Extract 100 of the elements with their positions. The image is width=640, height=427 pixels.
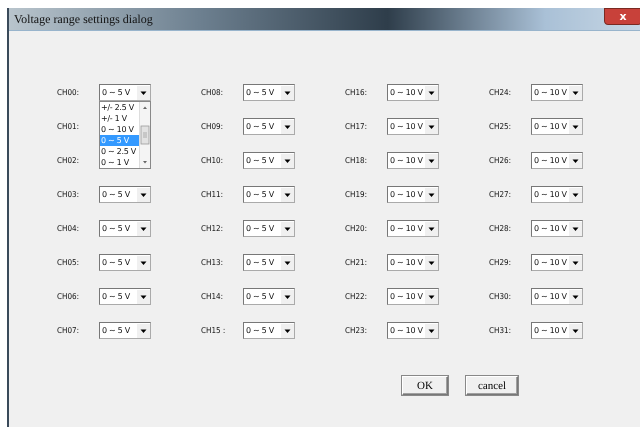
range-dropdown[interactable]: 0 ~ 10 V [387,220,439,237]
range-dropdown[interactable]: 0 ~ 10 V [387,186,439,203]
range-dropdown[interactable]: 0 ~ 10 V [531,220,583,237]
channel-label: CH29: [489,257,512,269]
channel-label: CH17: [345,121,368,133]
caret-icon [281,120,294,134]
channel-label: CH03: [57,189,80,201]
channel-label: CH31: [489,325,512,337]
channel-label: CH30: [489,291,512,303]
channel-label: CH24: [489,87,512,99]
range-dropdown[interactable]: 0 ~ 5 V [99,84,151,101]
range-dropdown[interactable]: 0 ~ 5 V [243,152,295,169]
dropdown-option[interactable]: 0 ~ 10 V [100,124,139,135]
caret-icon [425,86,438,100]
caret-icon [281,154,294,168]
range-dropdown[interactable]: 0 ~ 5 V [243,118,295,135]
caret-icon [569,154,582,168]
caret-icon [425,290,438,304]
caret-icon [425,324,438,338]
caret-icon [425,256,438,270]
caret-icon [569,86,582,100]
channel-label: CH18: [345,155,368,167]
close-button[interactable]: x [604,8,640,25]
range-dropdown[interactable]: 0 ~ 5 V [243,186,295,203]
range-dropdown[interactable]: 0 ~ 10 V [387,118,439,135]
channel-label: CH21: [345,257,368,269]
scrollbar[interactable] [139,102,150,168]
caret-icon [137,324,150,338]
channel-label: CH15 : [201,325,226,337]
range-dropdown[interactable]: 0 ~ 10 V [387,254,439,271]
caret-icon [569,188,582,202]
channel-label: CH20: [345,223,368,235]
caret-icon [137,188,150,202]
channel-label: CH00: [57,87,80,99]
channel-label: CH16: [345,87,368,99]
channel-label: CH27: [489,189,512,201]
caret-icon [425,222,438,236]
channel-label: CH23: [345,325,368,337]
channel-label: CH01: [57,121,80,133]
range-dropdown[interactable]: 0 ~ 5 V [243,84,295,101]
channel-label: CH06: [57,291,80,303]
caret-icon [425,188,438,202]
channel-label: CH13: [201,257,224,269]
channel-label: CH07: [57,325,80,337]
range-dropdown[interactable]: 0 ~ 10 V [531,186,583,203]
channel-label: CH19: [345,189,368,201]
range-dropdown[interactable]: 0 ~ 5 V [99,220,151,237]
range-dropdown[interactable]: 0 ~ 5 V [99,254,151,271]
caret-icon [569,120,582,134]
caret-icon [137,222,150,236]
range-dropdown[interactable]: 0 ~ 10 V [387,84,439,101]
range-dropdown[interactable]: 0 ~ 10 V [387,322,439,339]
range-dropdown[interactable]: 0 ~ 5 V [243,322,295,339]
range-dropdown[interactable]: 0 ~ 5 V [243,254,295,271]
caret-icon [281,256,294,270]
range-dropdown[interactable]: 0 ~ 10 V [531,288,583,305]
caret-icon [137,86,150,100]
channel-label: CH22: [345,291,368,303]
dialog-button[interactable]: cancel [466,376,518,395]
dropdown-option[interactable]: +/- 1 V [100,113,139,124]
caret-icon [569,222,582,236]
caret-icon [569,324,582,338]
caret-icon [281,86,294,100]
caret-icon [281,324,294,338]
channel-label: CH09: [201,121,224,133]
range-dropdown[interactable]: 0 ~ 5 V [99,322,151,339]
range-dropdown[interactable]: 0 ~ 10 V [531,118,583,135]
channel-label: CH04: [57,223,80,235]
channel-label: CH26: [489,155,512,167]
channel-label: CH28: [489,223,512,235]
dialog-button[interactable]: OK [402,376,448,395]
caret-icon [281,290,294,304]
caret-icon [281,222,294,236]
channel-label: CH05: [57,257,80,269]
range-dropdown[interactable]: 0 ~ 5 V [99,288,151,305]
dropdown-option[interactable]: 0 ~ 2.5 V [100,146,139,157]
channel-label: CH12: [201,223,224,235]
range-dropdown[interactable]: 0 ~ 10 V [531,322,583,339]
dropdown-option[interactable]: +/- 2.5 V [100,102,139,113]
range-dropdown[interactable]: 0 ~ 5 V [243,288,295,305]
caret-icon [137,256,150,270]
caret-icon [137,290,150,304]
caret-icon [569,290,582,304]
caret-icon [569,256,582,270]
range-dropdown[interactable]: 0 ~ 10 V [531,254,583,271]
dropdown-option[interactable]: 0 ~ 1 V [100,157,139,168]
window-title: Voltage range settings dialog [13,12,153,26]
range-dropdown[interactable]: 0 ~ 10 V [531,84,583,101]
channel-label: CH02: [57,155,80,167]
range-dropdown[interactable]: 0 ~ 10 V [387,288,439,305]
channel-label: CH11: [201,189,224,201]
channel-label: CH25: [489,121,512,133]
range-dropdown[interactable]: 0 ~ 5 V [99,186,151,203]
caret-icon [425,120,438,134]
channel-label: CH14: [201,291,224,303]
channel-label: CH10: [201,155,224,167]
caret-icon [281,188,294,202]
range-dropdown[interactable]: 0 ~ 10 V [531,152,583,169]
range-dropdown[interactable]: 0 ~ 10 V [387,152,439,169]
range-dropdown[interactable]: 0 ~ 5 V [243,220,295,237]
